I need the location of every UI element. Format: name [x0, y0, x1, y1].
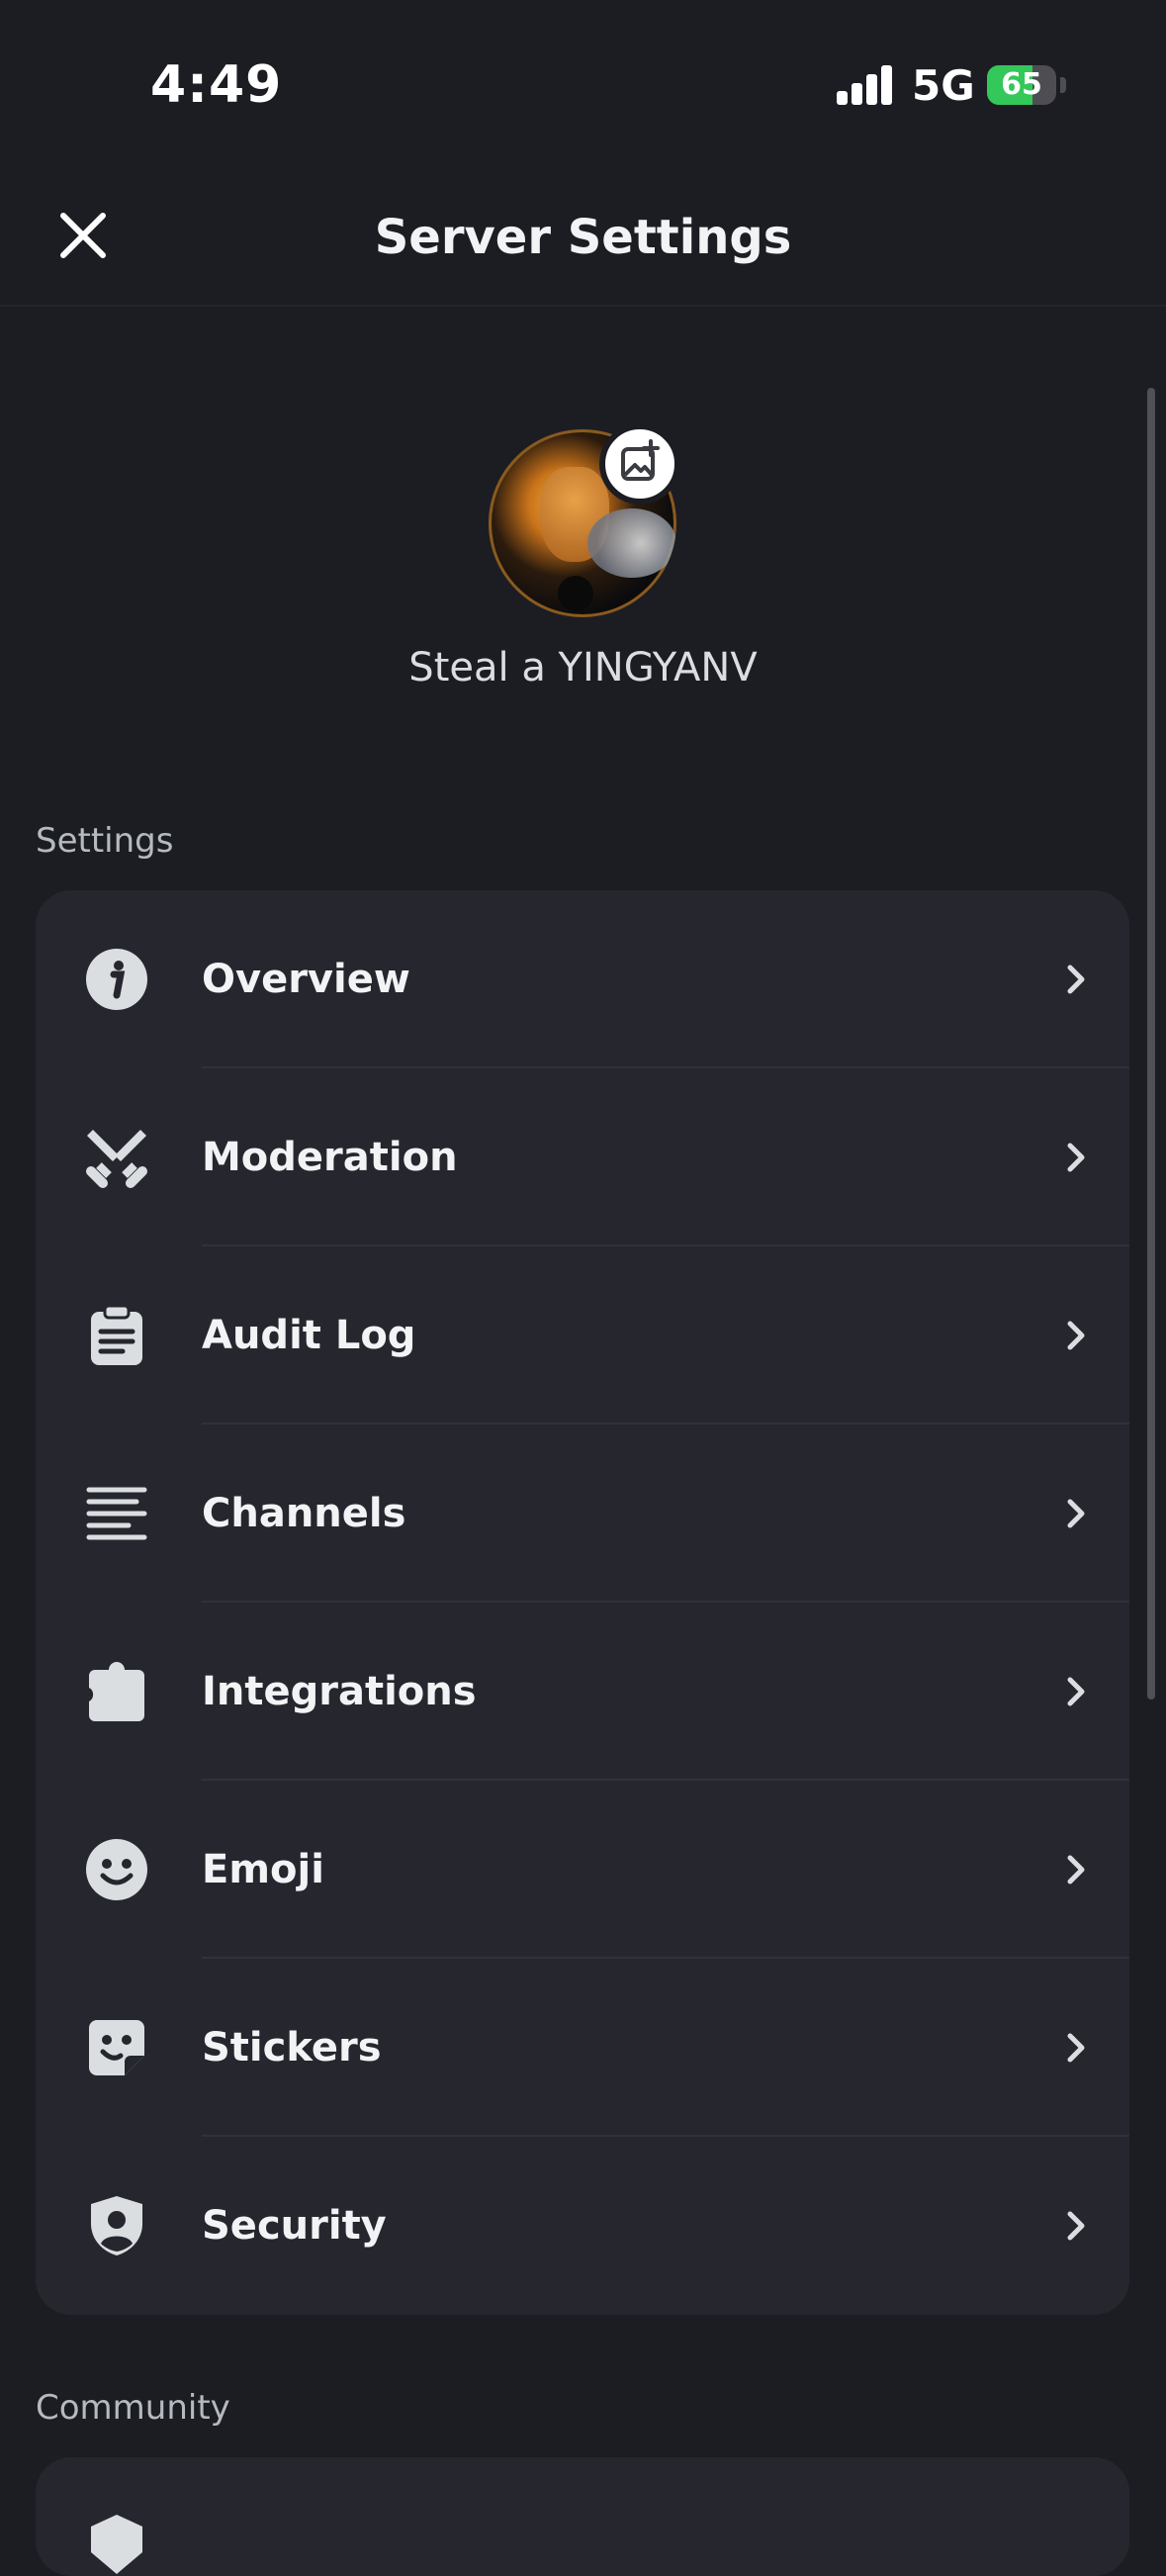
- server-icon-container[interactable]: [489, 423, 680, 617]
- chevron-right-icon: [1067, 1143, 1085, 1172]
- settings-item-label: Stickers: [202, 2025, 382, 2070]
- settings-item-channels[interactable]: Channels: [36, 1425, 1129, 1603]
- network-type: 5G: [912, 61, 975, 110]
- chevron-right-icon: [1067, 1855, 1085, 1885]
- puzzle-icon: [89, 1662, 144, 1721]
- scrollbar[interactable]: [1147, 388, 1155, 1700]
- sticker-icon: [89, 2020, 144, 2075]
- settings-item-security[interactable]: Security: [36, 2137, 1129, 2315]
- chevron-right-icon: [1067, 965, 1085, 994]
- settings-item-label: Overview: [202, 957, 410, 1002]
- settings-item-label: Moderation: [202, 1135, 458, 1180]
- settings-item-moderation[interactable]: Moderation: [36, 1068, 1129, 1246]
- settings-section-label: Settings: [36, 821, 174, 861]
- status-bar: 4:49 5G 65: [0, 0, 1166, 168]
- chevron-right-icon: [1067, 1677, 1085, 1706]
- battery-percent: 65: [1001, 67, 1042, 102]
- clipboard-icon: [91, 1304, 142, 1365]
- smiley-icon: [86, 1839, 147, 1900]
- community-icon: [91, 2515, 142, 2574]
- chevron-right-icon: [1067, 2033, 1085, 2063]
- settings-item-label: Audit Log: [202, 1313, 416, 1358]
- edit-server-icon-button[interactable]: [599, 423, 680, 505]
- settings-item-label: Channels: [202, 1491, 406, 1536]
- status-time: 4:49: [150, 55, 283, 115]
- settings-item-label: Emoji: [202, 1847, 324, 1892]
- community-card: [36, 2457, 1129, 2576]
- settings-item-label: Integrations: [202, 1669, 477, 1714]
- chevron-right-icon: [1067, 1499, 1085, 1528]
- header-bar: Server Settings: [0, 168, 1166, 307]
- avatar-wave: [587, 508, 676, 578]
- server-name: Steal a YINGYANV: [408, 645, 758, 690]
- settings-card: Overview Moderation Audit Log Channels I…: [36, 890, 1129, 2315]
- page-title: Server Settings: [374, 210, 792, 265]
- settings-item-label: Security: [202, 2203, 387, 2249]
- crossed-swords-icon: [86, 1130, 147, 1188]
- settings-item-emoji[interactable]: Emoji: [36, 1781, 1129, 1959]
- chevron-right-icon: [1067, 2211, 1085, 2241]
- shield-user-icon: [91, 2196, 142, 2255]
- image-add-icon: [621, 439, 660, 481]
- list-icon: [86, 1487, 147, 1540]
- avatar-dot: [558, 576, 593, 611]
- settings-item-stickers[interactable]: Stickers: [36, 1959, 1129, 2137]
- community-section-label: Community: [36, 2388, 230, 2428]
- settings-item-overview[interactable]: Overview: [36, 890, 1129, 1068]
- info-icon: [86, 949, 147, 1010]
- settings-item-audit-log[interactable]: Audit Log: [36, 1246, 1129, 1425]
- battery-icon: 65: [987, 65, 1056, 105]
- cellular-signal-icon: [837, 63, 894, 105]
- chevron-right-icon: [1067, 1321, 1085, 1350]
- community-item[interactable]: [36, 2457, 1129, 2576]
- settings-item-integrations[interactable]: Integrations: [36, 1603, 1129, 1781]
- battery-cap: [1060, 77, 1066, 93]
